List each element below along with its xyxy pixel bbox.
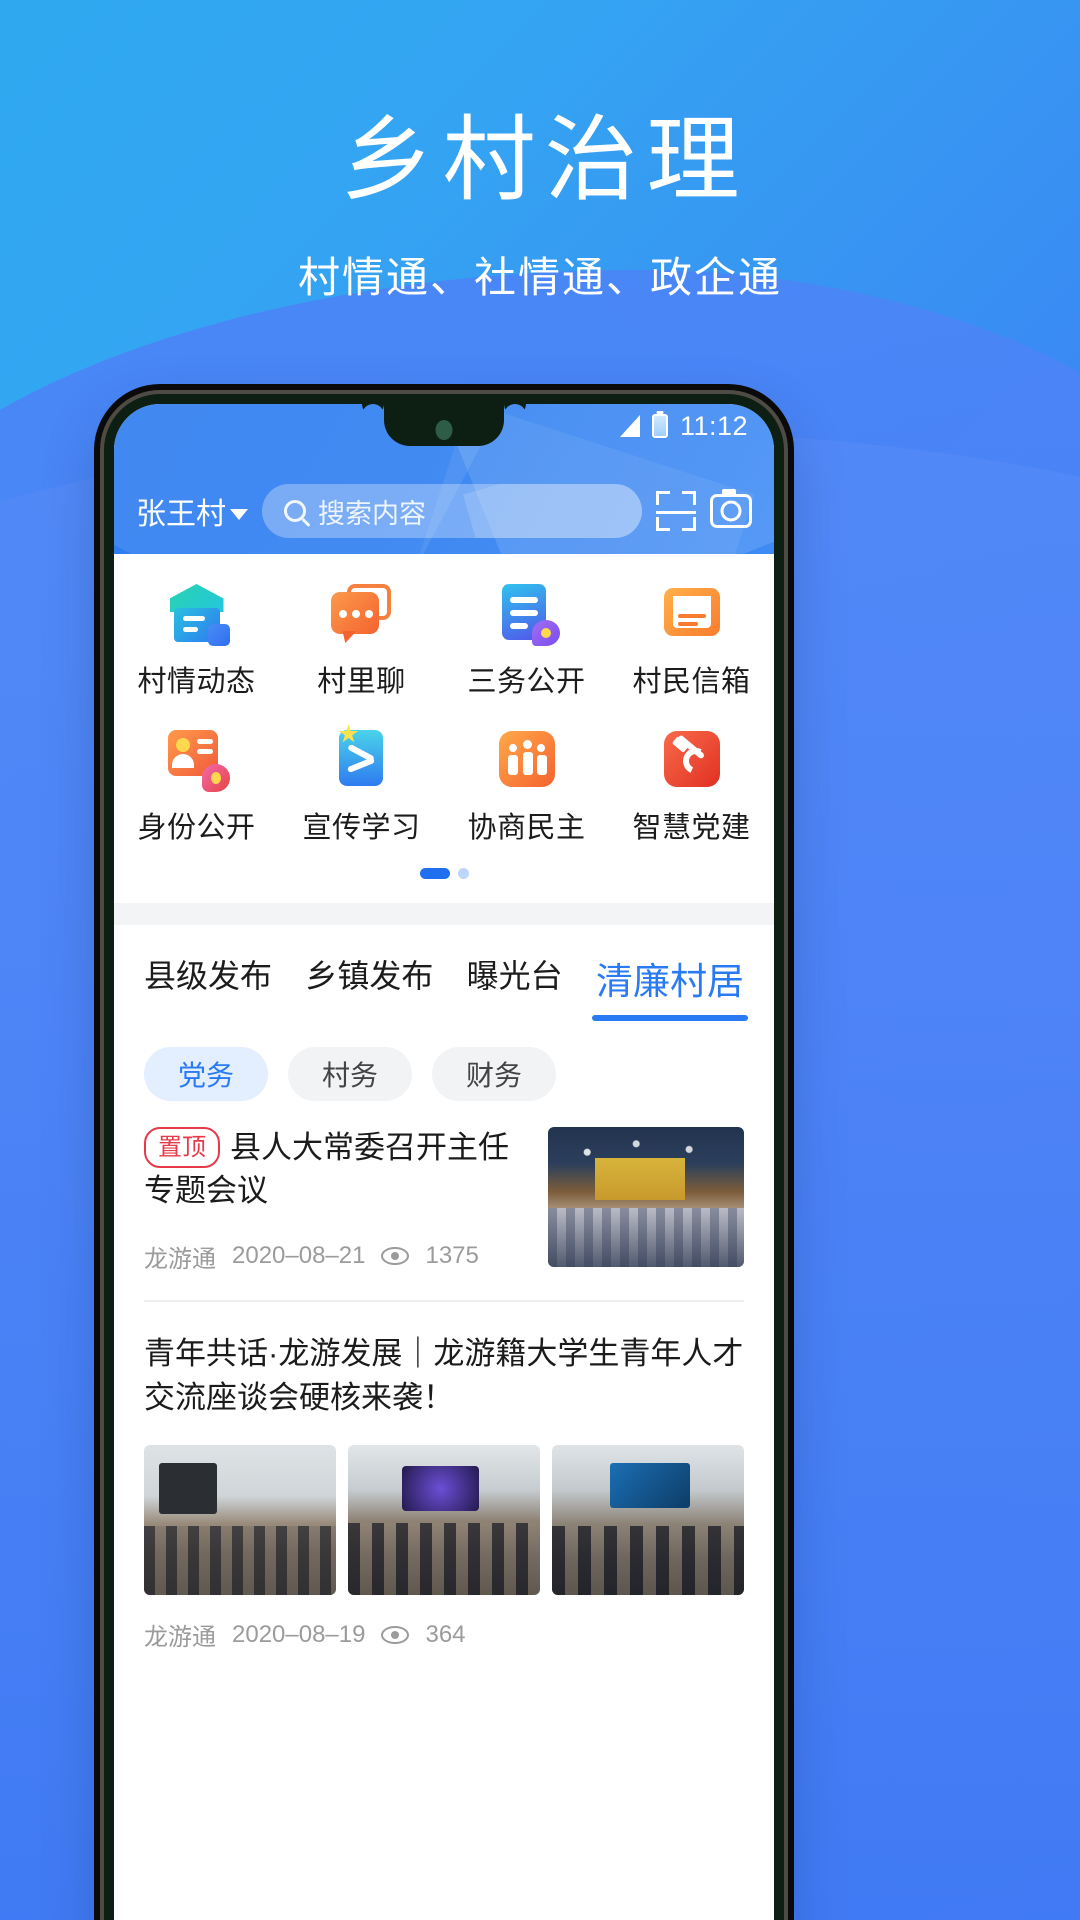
phone-screen: 11:12 张王村 搜索内容 村情动态 村里聊 三务公开 村民信箱 身份公开 宣…: [114, 404, 774, 1920]
article-view-count: 364: [425, 1620, 466, 1648]
article-meta: 龙游通 2020–08–21 1375: [144, 1239, 526, 1274]
article-thumbnail: [548, 1127, 744, 1267]
chip-party-affairs[interactable]: 党务: [144, 1047, 269, 1101]
grid-item-village-news[interactable]: 村情动态: [114, 582, 279, 700]
hero-subtitle: 村情通、社情通、政企通: [297, 253, 782, 301]
grid-pager[interactable]: [114, 846, 774, 897]
tab-township-release[interactable]: 乡镇发布: [305, 951, 433, 1021]
article-thumbnail: [348, 1445, 540, 1596]
tab-exposure-board[interactable]: 曝光台: [467, 951, 563, 1021]
grid-item-consultative-democracy[interactable]: 协商民主: [444, 728, 609, 846]
document-disclosure-icon: [496, 582, 560, 646]
article-title: 青年共话·龙游发展｜龙游籍大学生青年人才交流座谈会硬核来袭！: [144, 1335, 744, 1416]
phone-mockup-frame: 11:12 张王村 搜索内容 村情动态 村里聊 三务公开 村民信箱 身份公开 宣…: [104, 394, 784, 1920]
search-input[interactable]: 搜索内容: [262, 484, 642, 538]
chip-village-affairs[interactable]: 村务: [288, 1047, 413, 1101]
article-thumbnail: [552, 1445, 744, 1596]
article-list-item[interactable]: 置顶 县人大常委召开主任专题会议 龙游通 2020–08–21 1375: [114, 1101, 774, 1274]
party-emblem-icon: [661, 728, 723, 790]
status-bar-clock: 11:12: [679, 410, 748, 441]
grid-item-smart-party-building[interactable]: 智慧党建: [609, 728, 774, 846]
grid-item-village-chat[interactable]: 村里聊: [279, 582, 444, 700]
pager-dot[interactable]: [457, 868, 469, 879]
article-thumbnail-row: [144, 1445, 744, 1596]
article-thumbnail: [144, 1445, 336, 1596]
search-placeholder: 搜索内容: [318, 498, 426, 529]
article-date: 2020–08–21: [232, 1242, 366, 1270]
app-store-promo-screenshot: 乡村治理 村情通、社情通、政企通 11:12 张王村 搜索内容 村情动态 村里聊…: [0, 0, 1080, 1920]
house-info-icon: [166, 582, 230, 646]
scan-icon[interactable]: [656, 491, 696, 531]
signal-icon: [619, 415, 640, 437]
grid-item-label: 村民信箱: [632, 666, 751, 698]
article-list-item[interactable]: 青年共话·龙游发展｜龙游籍大学生青年人才交流座谈会硬核来袭！ 龙游通 2020–…: [114, 1302, 774, 1653]
content-tabs: 县级发布 乡镇发布 曝光台 清廉村居: [114, 925, 774, 1021]
article-text-block: 置顶 县人大常委召开主任专题会议 龙游通 2020–08–21 1375: [144, 1127, 526, 1274]
pinned-badge: 置顶: [144, 1127, 220, 1169]
search-icon: [284, 500, 306, 522]
grid-item-label: 三务公开: [467, 666, 586, 698]
article-title: 置顶 县人大常委召开主任专题会议: [144, 1127, 526, 1213]
chip-financial-affairs[interactable]: 财务: [432, 1047, 557, 1101]
article-source: 龙游通: [144, 1624, 216, 1652]
battery-icon: [651, 414, 668, 438]
grid-item-propaganda-study[interactable]: 宣传学习: [279, 724, 444, 846]
democracy-people-icon: [496, 728, 558, 790]
grid-item-label: 村里聊: [317, 666, 406, 698]
article-meta: 龙游通 2020–08–19 364: [144, 1617, 744, 1652]
search-glint-decoration: [463, 484, 642, 538]
grid-item-label: 智慧党建: [632, 812, 751, 844]
pager-dot-active[interactable]: [419, 868, 450, 879]
eye-icon: [381, 1625, 410, 1644]
article-view-count: 1375: [425, 1242, 479, 1270]
mailbox-icon: [661, 582, 723, 644]
eye-icon: [381, 1247, 410, 1266]
grid-item-label: 协商民主: [467, 812, 586, 844]
app-header: 11:12 张王村 搜索内容: [114, 404, 774, 554]
hero-section: 乡村治理 村情通、社情通、政企通: [0, 0, 1080, 305]
top-nav-bar: 张王村 搜索内容: [114, 484, 774, 538]
tab-county-release[interactable]: 县级发布: [144, 951, 272, 1021]
grid-item-label: 宣传学习: [302, 812, 421, 844]
grid-item-label: 身份公开: [137, 812, 256, 844]
article-source: 龙游通: [144, 1245, 216, 1273]
grid-item-villager-mailbox[interactable]: 村民信箱: [609, 582, 774, 700]
study-star-icon: [331, 724, 393, 790]
front-camera-icon: [435, 420, 453, 440]
grid-item-identity-disclosure[interactable]: 身份公开: [114, 728, 279, 846]
category-chips: 党务 村务 财务: [114, 1021, 774, 1101]
camera-icon[interactable]: [710, 489, 752, 528]
tab-clean-village[interactable]: 清廉村居: [591, 951, 748, 1021]
quick-actions-grid: 村情动态 村里聊 三务公开 村民信箱 身份公开 宣传学习 协商民主 智慧党建: [114, 582, 774, 846]
grid-item-three-affairs[interactable]: 三务公开: [444, 582, 609, 700]
grid-item-label: 村情动态: [137, 666, 256, 698]
chat-bubbles-icon: [330, 582, 393, 644]
id-card-icon: [166, 728, 230, 792]
section-divider: [114, 903, 774, 925]
quick-actions-panel: 村情动态 村里聊 三务公开 村民信箱 身份公开 宣传学习 协商民主 智慧党建: [114, 554, 774, 903]
article-date: 2020–08–19: [232, 1620, 366, 1648]
chevron-down-icon: [230, 508, 248, 520]
hero-title: 乡村治理: [340, 108, 749, 212]
village-selector[interactable]: 张王村: [136, 489, 248, 533]
village-selector-label: 张王村: [136, 498, 226, 531]
